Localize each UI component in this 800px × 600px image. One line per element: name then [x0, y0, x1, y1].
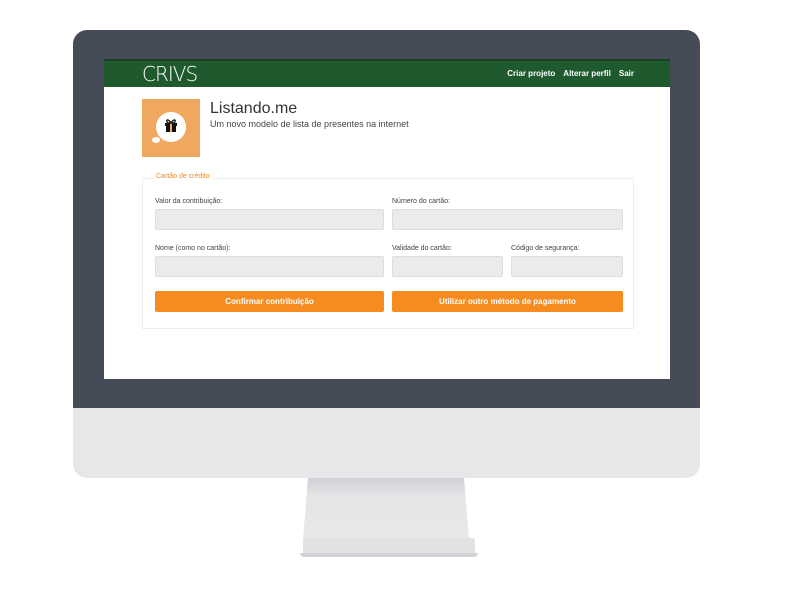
screen: CRIVS Criar projeto Alterar perfil Sair … — [104, 59, 670, 379]
security-code-label: Código de segurança: — [511, 245, 580, 252]
project-thumbnail — [142, 99, 200, 157]
other-payment-method-button[interactable]: Utilizar outro método de pagamento — [392, 291, 623, 312]
top-navbar: CRIVS Criar projeto Alterar perfil Sair — [104, 59, 670, 87]
monitor-stand — [303, 478, 469, 540]
project-subtitle: Um novo modelo de lista de presentes na … — [210, 119, 409, 129]
speech-bubble — [156, 112, 186, 142]
amount-input[interactable] — [155, 209, 384, 230]
cardholder-name-label: Nome (como no cartão): — [155, 245, 231, 252]
cardholder-name-input[interactable] — [155, 256, 384, 277]
monitor-base-shadow — [300, 553, 478, 557]
card-number-label: Número do cartão: — [392, 198, 450, 205]
project-title: Listando.me — [210, 100, 298, 117]
app-logo[interactable]: CRIVS — [142, 63, 198, 85]
security-code-input[interactable] — [511, 256, 623, 277]
form-legend: Cartão de crédito — [154, 173, 212, 180]
nav-menu: Criar projeto Alterar perfil Sair — [507, 69, 634, 78]
nav-link-sair[interactable]: Sair — [619, 69, 634, 78]
expiry-input[interactable] — [392, 256, 503, 277]
confirm-contribution-button[interactable]: Confirmar contribuição — [155, 291, 384, 312]
expiry-label: Validade do cartão: — [392, 245, 452, 252]
monitor-base — [303, 538, 475, 554]
nav-link-criar-projeto[interactable]: Criar projeto — [507, 69, 555, 78]
gift-icon — [163, 117, 179, 138]
monitor-chin — [73, 408, 700, 478]
nav-link-alterar-perfil[interactable]: Alterar perfil — [563, 69, 611, 78]
credit-card-form: Cartão de crédito Valor da contribuição:… — [142, 173, 634, 329]
amount-label: Valor da contribuição: — [155, 198, 223, 205]
card-number-input[interactable] — [392, 209, 623, 230]
speech-bubble-tail — [152, 137, 160, 143]
